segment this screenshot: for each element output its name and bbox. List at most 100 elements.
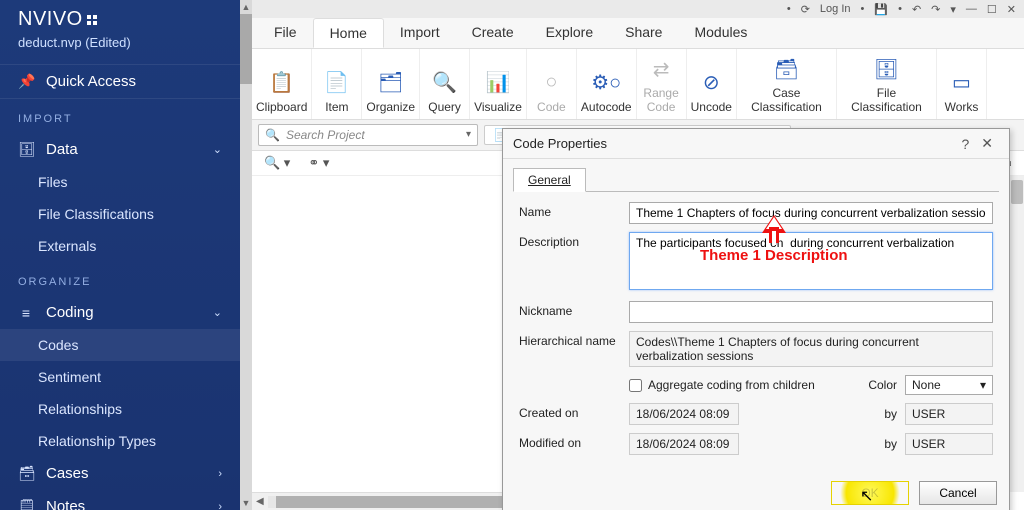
- label-name: Name: [519, 202, 629, 219]
- aggregate-checkbox[interactable]: Aggregate coding from children: [629, 378, 815, 392]
- ribbon-file-classification[interactable]: 🗄File Classification: [837, 49, 937, 119]
- name-input[interactable]: [629, 202, 993, 224]
- scroll-down-icon[interactable]: ▼: [242, 496, 251, 510]
- chevron-down-icon: ⌄: [213, 306, 222, 319]
- nav-coding[interactable]: ≡ Coding ⌄: [0, 296, 240, 329]
- label-color: Color: [868, 378, 897, 392]
- undo-icon[interactable]: ↶: [912, 3, 921, 16]
- nav-coding-label: Coding: [46, 304, 94, 321]
- ribbon-visualize[interactable]: 📊Visualize: [470, 49, 527, 119]
- close-button[interactable]: ✕: [1007, 3, 1016, 16]
- ribbon-organize[interactable]: 🗂Organize: [362, 49, 420, 119]
- menu-share[interactable]: Share: [609, 18, 678, 48]
- bullet-icon[interactable]: •: [787, 3, 791, 15]
- ribbon-query[interactable]: 🔍Query: [420, 49, 470, 119]
- dialog-titlebar: Code Properties ? ✕: [503, 129, 1009, 159]
- label-created: Created on: [519, 403, 629, 420]
- dialog-title: Code Properties: [513, 136, 607, 151]
- zoom-icon[interactable]: 🔍 ▾: [264, 155, 290, 171]
- editor-scroll-vertical[interactable]: [1008, 176, 1024, 492]
- search-input[interactable]: 🔍 Search Project ▾: [258, 124, 478, 146]
- ribbon-case-classification[interactable]: 🗃Case Classification: [737, 49, 837, 119]
- quick-access-label: Quick Access: [46, 73, 136, 90]
- ribbon-uncode[interactable]: ⊘Uncode: [687, 49, 737, 119]
- clipboard-icon: 📋: [269, 69, 294, 97]
- menu-explore[interactable]: Explore: [530, 18, 609, 48]
- scroll-up-icon[interactable]: ▲: [242, 0, 251, 14]
- coding-icon: ≡: [18, 305, 34, 321]
- description-input[interactable]: [629, 232, 993, 290]
- close-dialog-button[interactable]: ✕: [975, 135, 999, 152]
- brand-text: NVIVO: [18, 8, 83, 31]
- menu-home[interactable]: Home: [313, 18, 384, 48]
- menubar: File Home Import Create Explore Share Mo…: [252, 18, 1024, 49]
- link-icon[interactable]: ⚭ ▾: [308, 155, 329, 171]
- nav-externals[interactable]: Externals: [0, 230, 240, 262]
- nav-relationship-types[interactable]: Relationship Types: [0, 425, 240, 457]
- minimize-button[interactable]: —: [966, 3, 977, 15]
- search-placeholder: Search Project: [286, 128, 365, 142]
- visualize-icon: 📊: [486, 69, 511, 97]
- quick-access[interactable]: 📌 Quick Access: [0, 64, 240, 99]
- created-by-value: USER: [905, 403, 993, 425]
- menu-file[interactable]: File: [258, 18, 313, 48]
- ribbon-item[interactable]: 📄Item: [312, 49, 362, 119]
- ribbon-workspace[interactable]: ▭Works: [937, 49, 987, 119]
- nav-file-classifications[interactable]: File Classifications: [0, 198, 240, 230]
- scroll-thumb[interactable]: [240, 14, 252, 84]
- scroll-thumb[interactable]: [1011, 180, 1023, 204]
- chevron-down-icon[interactable]: ▾: [466, 129, 471, 140]
- ribbon-clipboard[interactable]: 📋Clipboard: [252, 49, 312, 119]
- notes-icon: 🗒: [18, 498, 34, 510]
- project-name: deduct.nvp (Edited): [0, 33, 240, 64]
- nav-files[interactable]: Files: [0, 166, 240, 198]
- help-button[interactable]: ?: [955, 136, 975, 152]
- nav-relationships[interactable]: Relationships: [0, 393, 240, 425]
- label-by: by: [884, 437, 897, 451]
- workspace-icon: ▭: [952, 69, 971, 97]
- ribbon: 📋Clipboard 📄Item 🗂Organize 🔍Query 📊Visua…: [252, 49, 1024, 120]
- sep: •: [861, 3, 865, 15]
- cancel-button[interactable]: Cancel: [919, 481, 997, 505]
- nav-notes[interactable]: 🗒 Notes ›: [0, 490, 240, 510]
- nav-data[interactable]: 🗄 Data ⌄: [0, 133, 240, 166]
- label-nickname: Nickname: [519, 301, 629, 318]
- data-icon: 🗄: [18, 141, 34, 158]
- scroll-left-icon[interactable]: ◀: [252, 496, 268, 507]
- nav-codes[interactable]: Codes: [0, 329, 240, 361]
- cases-icon: 🗃: [18, 465, 34, 482]
- pin-icon: 📌: [18, 73, 34, 90]
- nav-cases[interactable]: 🗃 Cases ›: [0, 457, 240, 490]
- sidebar-scrollbar[interactable]: ▲ ▼: [240, 0, 252, 510]
- label-modified: Modified on: [519, 433, 629, 450]
- search-icon: 🔍: [265, 128, 280, 142]
- menu-import[interactable]: Import: [384, 18, 456, 48]
- save-icon[interactable]: 💾: [874, 3, 888, 16]
- chevron-right-icon: ›: [218, 468, 222, 480]
- label-hierarchical: Hierarchical name: [519, 331, 629, 348]
- redo-icon[interactable]: ↷: [931, 3, 940, 16]
- nickname-input[interactable]: [629, 301, 993, 323]
- login-link[interactable]: Log In: [820, 3, 851, 15]
- maximize-button[interactable]: ☐: [987, 3, 997, 16]
- brand-dots-icon: [87, 15, 97, 25]
- nav-sentiment[interactable]: Sentiment: [0, 361, 240, 393]
- uncode-icon: ⊘: [703, 69, 720, 97]
- ribbon-autocode[interactable]: ⚙○Autocode: [577, 49, 637, 119]
- brand: NVIVO: [0, 0, 240, 33]
- label-by: by: [884, 407, 897, 421]
- ok-button[interactable]: OK ↖: [831, 481, 909, 505]
- menu-modules[interactable]: Modules: [678, 18, 763, 48]
- dropdown-icon[interactable]: ▾: [950, 3, 956, 16]
- ribbon-rangecode: ⇄Range Code: [637, 49, 687, 119]
- color-select[interactable]: None▾: [905, 375, 993, 395]
- autocode-icon: ⚙○: [591, 69, 621, 97]
- tab-general[interactable]: General: [513, 168, 586, 192]
- dialog-buttons: OK ↖ Cancel: [503, 473, 1009, 510]
- modified-by-value: USER: [905, 433, 993, 455]
- filecls-icon: 🗄: [874, 55, 899, 83]
- sync-icon[interactable]: ⟳: [801, 3, 810, 16]
- chevron-down-icon: ⌄: [213, 143, 222, 156]
- menu-create[interactable]: Create: [456, 18, 530, 48]
- section-organize: ORGANIZE: [0, 262, 240, 296]
